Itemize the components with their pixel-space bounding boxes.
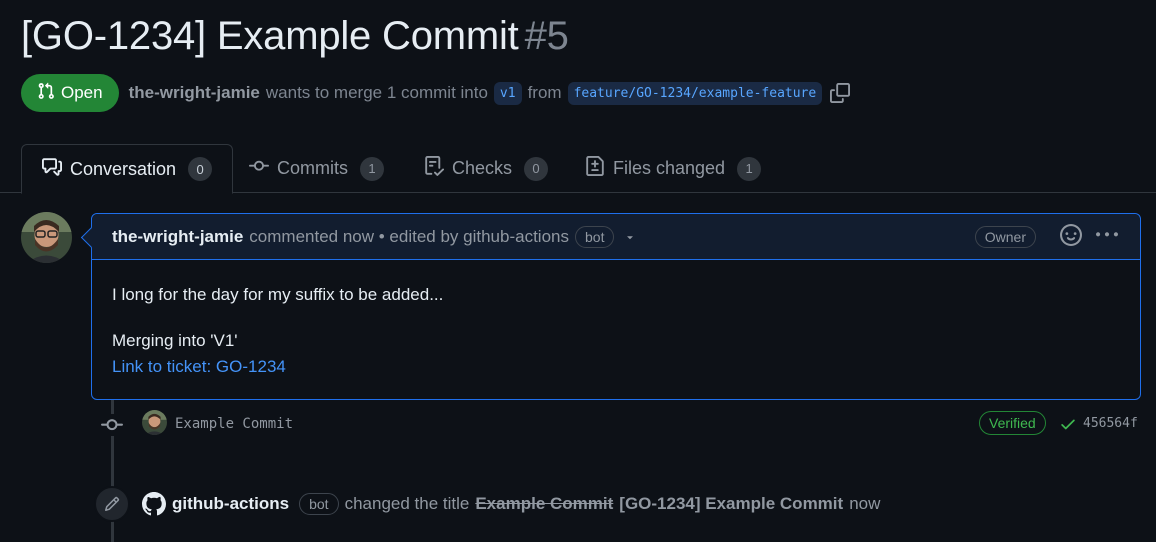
tab-commits[interactable]: Commits 1 [229, 144, 404, 193]
conversation-icon [42, 157, 62, 182]
comment-body: I long for the day for my suffix to be a… [92, 260, 1140, 380]
tab-commits-label: Commits [277, 158, 348, 178]
tab-checks-count: 0 [524, 156, 549, 181]
head-branch[interactable]: feature/GO-1234/example-feature [567, 81, 823, 105]
file-diff-icon [585, 156, 605, 181]
pencil-icon [94, 486, 130, 522]
from-text: from [527, 83, 562, 102]
commit-icon [249, 156, 269, 181]
comment-author-link[interactable]: the-wright-jamie [112, 227, 243, 247]
tab-checks[interactable]: Checks 0 [404, 144, 568, 193]
pr-number: #5 [524, 14, 569, 58]
pr-state-label: Open [61, 83, 103, 102]
check-icon[interactable] [1059, 415, 1077, 438]
copy-icon[interactable] [830, 83, 851, 103]
comment-body-line: Merging into 'V1' [112, 331, 238, 350]
owner-badge: Owner [974, 226, 1036, 248]
tab-conversation[interactable]: Conversation 0 [21, 144, 234, 194]
comment-body-line: I long for the day for my suffix to be a… [112, 285, 444, 304]
tab-files-changed-label: Files changed [613, 158, 726, 178]
comment-meta[interactable]: commented now • edited by github-actions [249, 227, 569, 247]
merge-text: wants to merge 1 commit into [265, 83, 488, 102]
comment-actions: Owner [974, 214, 1118, 260]
event-action-text: changed the title [344, 494, 470, 513]
base-branch[interactable]: v1 [493, 81, 522, 105]
avatar[interactable] [21, 212, 72, 263]
title-change-event: github-actions bot changed the title Exa… [94, 486, 1094, 522]
pr-state-badge: Open [21, 74, 119, 112]
event-time[interactable]: now [849, 494, 880, 514]
commit-icon [100, 414, 124, 436]
comment-box: the-wright-jamie commented now • edited … [91, 213, 1141, 400]
pr-title: [GO-1234] Example Commit #5 [21, 14, 569, 59]
chevron-down-icon[interactable] [624, 231, 636, 243]
bot-badge: bot [299, 493, 339, 515]
commit-row: Example Commit Verified 456564f [100, 408, 1141, 442]
new-title: [GO-1234] Example Commit [619, 494, 844, 513]
pr-tabs: Conversation 0 Commits 1 Checks 0 Files … [0, 144, 1156, 194]
ticket-link[interactable]: Link to ticket: GO-1234 [112, 357, 286, 376]
pr-meta: Open the-wright-jamie wants to merge 1 c… [21, 73, 851, 113]
bot-badge: bot [575, 225, 615, 248]
tab-files-changed-count: 1 [737, 156, 762, 181]
github-logo-icon[interactable] [142, 492, 166, 516]
tab-conversation-count: 0 [188, 157, 213, 181]
tab-files-changed[interactable]: Files changed 1 [565, 144, 781, 193]
avatar[interactable] [142, 410, 167, 435]
commit-sha-link[interactable]: 456564f [1083, 416, 1138, 431]
commit-message-link[interactable]: Example Commit [175, 416, 293, 432]
tab-checks-label: Checks [452, 158, 513, 178]
old-title: Example Commit [475, 494, 614, 513]
kebab-horizontal-icon[interactable] [1096, 224, 1118, 251]
pr-author-link[interactable]: the-wright-jamie [129, 83, 260, 103]
verified-badge[interactable]: Verified [979, 411, 1046, 435]
comment-header: the-wright-jamie commented now • edited … [92, 214, 1140, 260]
smiley-icon[interactable] [1060, 223, 1082, 251]
checklist-icon [424, 156, 445, 181]
git-pull-request-icon [37, 82, 55, 105]
event-actor-link[interactable]: github-actions [172, 494, 289, 514]
tab-commits-count: 1 [360, 156, 384, 181]
tab-conversation-label: Conversation [70, 158, 177, 179]
pr-title-text: [GO-1234] Example Commit [21, 14, 519, 58]
